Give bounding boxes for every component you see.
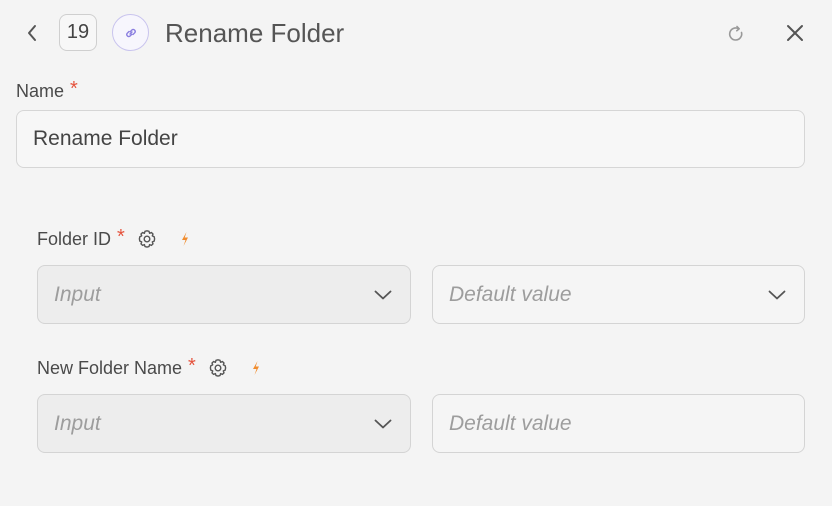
default-value-placeholder: Default value [449, 411, 572, 435]
chevron-left-icon [28, 25, 36, 41]
name-label: Name * [16, 78, 78, 102]
param-label-text: New Folder Name [37, 358, 183, 378]
node-type-icon [112, 14, 149, 51]
chevron-down-icon [372, 284, 394, 306]
input-placeholder: Input [54, 282, 101, 306]
new-folder-name-default-input[interactable]: Default value [432, 394, 805, 453]
refresh-icon [728, 25, 743, 41]
default-value-placeholder: Default value [449, 282, 572, 306]
bolt-icon [250, 360, 262, 376]
input-placeholder: Input [54, 411, 101, 435]
panel-title: Rename Folder [165, 18, 345, 48]
folder-id-input-select[interactable]: Input [37, 265, 411, 324]
bolt-icon [179, 231, 191, 247]
panel-header: 19 Rename Folder [0, 0, 832, 66]
link-icon [125, 28, 136, 37]
param-label-new-folder-name: New Folder Name * [37, 355, 262, 379]
param-settings-button[interactable] [137, 229, 157, 249]
chevron-down-icon [766, 284, 788, 306]
required-indicator: * [117, 226, 125, 248]
param-label-folder-id: Folder ID * [37, 226, 191, 250]
name-input[interactable] [16, 110, 805, 168]
step-number-badge: 19 [59, 14, 97, 51]
new-folder-name-input-select[interactable]: Input [37, 394, 411, 453]
param-settings-button[interactable] [208, 358, 228, 378]
refresh-button[interactable] [722, 20, 750, 48]
required-indicator: * [70, 78, 78, 100]
folder-id-default-select[interactable]: Default value [432, 265, 805, 324]
param-label-text: Folder ID [37, 229, 112, 249]
gear-icon [138, 230, 156, 248]
close-icon [787, 25, 803, 41]
back-button[interactable] [20, 20, 44, 46]
required-indicator: * [188, 355, 196, 377]
chevron-down-icon [372, 413, 394, 435]
gear-icon [209, 359, 227, 377]
name-label-text: Name [16, 81, 65, 101]
close-button[interactable] [781, 19, 809, 47]
